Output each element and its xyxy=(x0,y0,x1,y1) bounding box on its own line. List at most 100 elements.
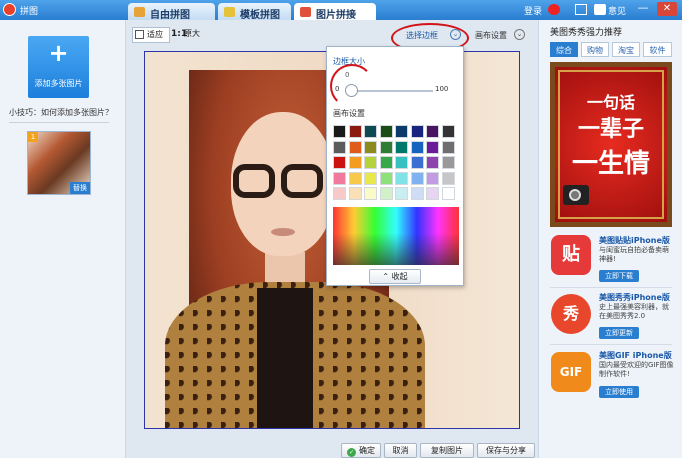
color-swatch[interactable] xyxy=(410,125,424,138)
color-spectrum-picker[interactable] xyxy=(333,207,459,265)
color-swatch[interactable] xyxy=(364,140,377,154)
color-swatch[interactable] xyxy=(348,187,362,200)
rec-tab-software[interactable]: 软件 xyxy=(643,42,672,57)
color-swatch[interactable] xyxy=(364,187,377,200)
image-thumbnail[interactable]: 1 替换 xyxy=(27,131,91,195)
slider-max-label: 100 xyxy=(435,85,449,93)
color-swatch[interactable] xyxy=(379,187,393,200)
canvas-toolbar: 适应 1:1 原大 选择边框 ⌄ 画布设置 ⌄ xyxy=(126,25,538,47)
cancel-button[interactable]: 取消 xyxy=(384,443,417,458)
tab-image-join[interactable]: 图片拼接 xyxy=(294,3,376,21)
color-swatch[interactable] xyxy=(395,156,408,169)
app-name[interactable]: 美图贴贴iPhone版 xyxy=(599,235,670,246)
ad-banner[interactable]: 一句话 一辈子 一生情 xyxy=(550,62,672,227)
color-swatch[interactable] xyxy=(441,125,455,138)
color-swatch[interactable] xyxy=(379,156,393,169)
save-share-button[interactable]: 保存与分享 xyxy=(477,443,535,458)
color-swatch[interactable] xyxy=(364,171,377,185)
color-swatch[interactable] xyxy=(410,140,424,154)
color-swatch[interactable] xyxy=(333,156,346,169)
meitu-tietie-app-icon[interactable]: 贴 xyxy=(551,235,591,275)
app-name[interactable]: 美图秀秀iPhone版 xyxy=(599,292,670,303)
window-menu-icon[interactable] xyxy=(575,4,587,15)
color-swatch[interactable] xyxy=(348,171,362,185)
ad-text-line: 一生情 xyxy=(571,149,650,179)
divider xyxy=(9,122,109,123)
confirm-label: 确定 xyxy=(359,446,375,455)
original-size-button[interactable]: 1:1 原大 xyxy=(170,27,204,43)
rec-tab-shopping[interactable]: 购物 xyxy=(581,42,609,57)
color-swatch[interactable] xyxy=(333,125,346,138)
feedback-icon[interactable] xyxy=(594,4,606,15)
tab-free-collage[interactable]: 自由拼图 xyxy=(128,3,215,21)
collapse-button[interactable]: ⌃ 收起 xyxy=(369,269,421,284)
color-swatch[interactable] xyxy=(410,187,424,200)
color-swatch[interactable] xyxy=(379,140,393,154)
color-swatch[interactable] xyxy=(410,156,424,169)
fit-button[interactable]: 适应 xyxy=(132,27,170,43)
color-swatch[interactable] xyxy=(426,171,439,185)
color-swatch[interactable] xyxy=(426,187,439,200)
color-swatch[interactable] xyxy=(364,125,377,138)
color-swatch[interactable] xyxy=(348,125,362,138)
update-button[interactable]: 立即更新 xyxy=(599,327,639,339)
tab-template-collage[interactable]: 模板拼图 xyxy=(218,3,291,21)
rec-tab-all[interactable]: 综合 xyxy=(550,42,578,57)
meitu-gif-app-icon[interactable]: GIF xyxy=(551,352,591,392)
canvas-settings-label: 画布设置 xyxy=(333,109,365,118)
meitu-xiuxiu-app-icon[interactable]: 秀 xyxy=(551,294,591,334)
color-swatch[interactable] xyxy=(379,171,393,185)
color-swatch[interactable] xyxy=(348,156,362,169)
color-swatch[interactable] xyxy=(333,140,346,154)
original-size-label: 原大 xyxy=(184,29,200,38)
color-swatch[interactable] xyxy=(410,171,424,185)
annotation-circle xyxy=(330,64,374,108)
feedback-link[interactable]: 意见 xyxy=(608,4,626,17)
confirm-button[interactable]: ✓ 确定 xyxy=(341,443,381,458)
color-swatch[interactable] xyxy=(395,125,408,138)
rec-tab-taobao[interactable]: 淘宝 xyxy=(612,42,640,57)
color-swatch[interactable] xyxy=(348,140,362,154)
photo-glasses-left xyxy=(233,164,275,198)
photo-lips xyxy=(271,228,295,236)
minimize-button[interactable]: — xyxy=(636,2,650,16)
replace-button[interactable]: 替换 xyxy=(70,182,90,194)
tip-link[interactable]: 小技巧：如何添加多张图片？ xyxy=(9,107,113,118)
color-swatch[interactable] xyxy=(333,187,346,200)
color-swatch[interactable] xyxy=(441,187,455,200)
close-button[interactable]: ✕ xyxy=(657,2,677,16)
fit-label: 适应 xyxy=(147,30,163,39)
color-swatch[interactable] xyxy=(333,171,346,185)
color-swatch[interactable] xyxy=(441,171,455,185)
color-swatch[interactable] xyxy=(441,140,455,154)
app-name[interactable]: 美图GIF iPhone版 xyxy=(599,350,672,361)
app-logo-icon xyxy=(3,3,16,16)
recommend-title: 美图秀秀强力推荐 xyxy=(550,28,623,38)
weibo-icon[interactable] xyxy=(548,4,560,15)
canvas-settings-button[interactable]: 画布设置 xyxy=(475,30,507,41)
add-images-button[interactable]: + 添加多张图片 xyxy=(28,36,89,98)
chevron-up-icon: ⌃ xyxy=(382,272,392,281)
ad-text-line: 一辈子 xyxy=(577,116,644,142)
color-swatch[interactable] xyxy=(395,187,408,200)
check-icon: ✓ xyxy=(347,448,356,457)
color-swatch[interactable] xyxy=(426,125,439,138)
color-swatch[interactable] xyxy=(441,156,455,169)
add-images-label: 添加多张图片 xyxy=(34,79,83,88)
color-swatch[interactable] xyxy=(379,125,393,138)
color-swatch[interactable] xyxy=(426,156,439,169)
thumbnail-index-badge: 1 xyxy=(28,132,38,142)
color-swatch[interactable] xyxy=(364,156,377,169)
login-link[interactable]: 登录 xyxy=(524,4,542,17)
use-now-button[interactable]: 立即使用 xyxy=(599,386,639,398)
color-swatch[interactable] xyxy=(395,140,408,154)
color-swatch[interactable] xyxy=(426,140,439,154)
color-swatch[interactable] xyxy=(395,171,408,185)
photo-shirt xyxy=(257,288,313,428)
download-button[interactable]: 立即下载 xyxy=(599,270,639,282)
photo-glasses-right xyxy=(281,164,323,198)
chevron-down-icon[interactable]: ⌄ xyxy=(514,29,525,40)
app-description: 史上最强美容利器，就在美图秀秀2.0 xyxy=(599,303,669,320)
app-icon-glyph: GIF xyxy=(559,365,583,379)
copy-image-button[interactable]: 复制图片 xyxy=(420,443,474,458)
